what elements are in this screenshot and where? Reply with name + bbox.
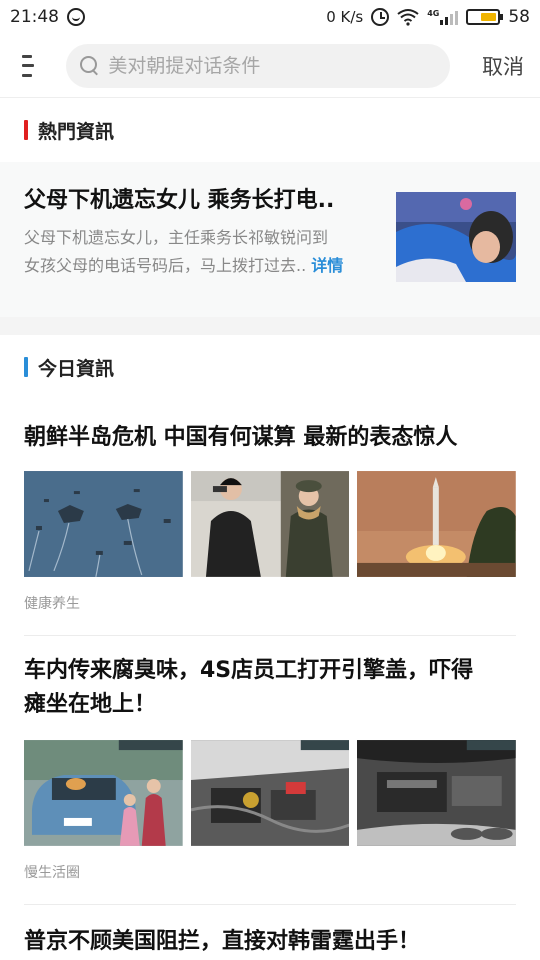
article-image-leader bbox=[190, 471, 350, 577]
today-section-header: 今日資訊 bbox=[0, 335, 540, 399]
article-title-line2: 瘫坐在地上！ bbox=[24, 692, 157, 717]
alarm-icon bbox=[371, 8, 390, 26]
status-bar: 21:48 0 K/s 4G 58 bbox=[0, 0, 540, 34]
hot-news-title: 父母下机遗忘女儿 乘务长打电.. bbox=[24, 188, 335, 213]
article-image-engine bbox=[190, 740, 350, 846]
hot-news-thumbnail bbox=[396, 192, 516, 282]
clock: 21:48 bbox=[10, 7, 59, 27]
signal-icon bbox=[440, 9, 459, 25]
app-notification-icon bbox=[67, 8, 85, 26]
article-title: 车内传来腐臭味，4S店员工打开引擎盖，吓得 瘫坐在地上！ bbox=[24, 654, 516, 722]
section-accent-bar bbox=[24, 120, 28, 140]
article-title: 普京不顾美国阻拦，直接对韩雷霆出手！ bbox=[24, 929, 421, 954]
wifi-icon bbox=[397, 9, 419, 26]
hot-section-title: 熱門資訊 bbox=[38, 120, 115, 143]
article-item[interactable]: 普京不顾美国阻拦，直接对韩雷霆出手！ bbox=[0, 905, 540, 959]
section-gap bbox=[0, 317, 540, 335]
article-title: 朝鲜半岛危机 中国有何谋算 最新的表态惊人 bbox=[24, 425, 458, 450]
battery-icon bbox=[466, 9, 504, 25]
article-image-warships bbox=[24, 471, 183, 577]
hot-news-card[interactable]: 父母下机遗忘女儿 乘务长打电.. 父母下机遗忘女儿，主任乘务长祁敏锐问到 女孩父… bbox=[0, 162, 540, 317]
article-source: 健康养生 bbox=[24, 596, 80, 612]
search-icon bbox=[80, 55, 98, 76]
menu-icon[interactable] bbox=[22, 54, 36, 77]
details-link[interactable]: 详情 bbox=[311, 256, 343, 275]
search-input[interactable] bbox=[108, 54, 436, 77]
article-image-car bbox=[24, 740, 183, 846]
hot-news-desc: 父母下机遗忘女儿，主任乘务长祁敏锐问到 女孩父母的电话号码后，马上拨打过去.. … bbox=[24, 224, 380, 280]
battery-percent: 58 bbox=[508, 7, 530, 27]
section-accent-bar bbox=[24, 357, 28, 377]
article-image-missile bbox=[357, 471, 517, 577]
search-header: 取消 bbox=[0, 34, 540, 98]
article-item[interactable]: 车内传来腐臭味，4S店员工打开引擎盖，吓得 瘫坐在地上！ 慢生活圈 bbox=[0, 636, 540, 882]
hot-news-desc-line2: 女孩父母的电话号码后，马上拨打过去.. bbox=[24, 256, 307, 275]
hot-section-header: 熱門資訊 bbox=[0, 98, 540, 162]
today-section-title: 今日資訊 bbox=[38, 357, 115, 380]
net-speed: 0 K/s bbox=[326, 8, 364, 26]
network-type: 4G bbox=[427, 9, 440, 18]
article-image-engine-bay bbox=[357, 740, 517, 846]
article-item[interactable]: 朝鲜半岛危机 中国有何谋算 最新的表态惊人 健康养生 bbox=[0, 399, 540, 613]
article-title-line1: 车内传来腐臭味，4S店员工打开引擎盖，吓得 bbox=[24, 658, 474, 683]
article-source: 慢生活圈 bbox=[24, 865, 80, 881]
search-box[interactable] bbox=[66, 43, 450, 88]
hot-news-desc-line1: 父母下机遗忘女儿，主任乘务长祁敏锐问到 bbox=[24, 228, 329, 247]
cancel-button[interactable]: 取消 bbox=[482, 51, 524, 81]
